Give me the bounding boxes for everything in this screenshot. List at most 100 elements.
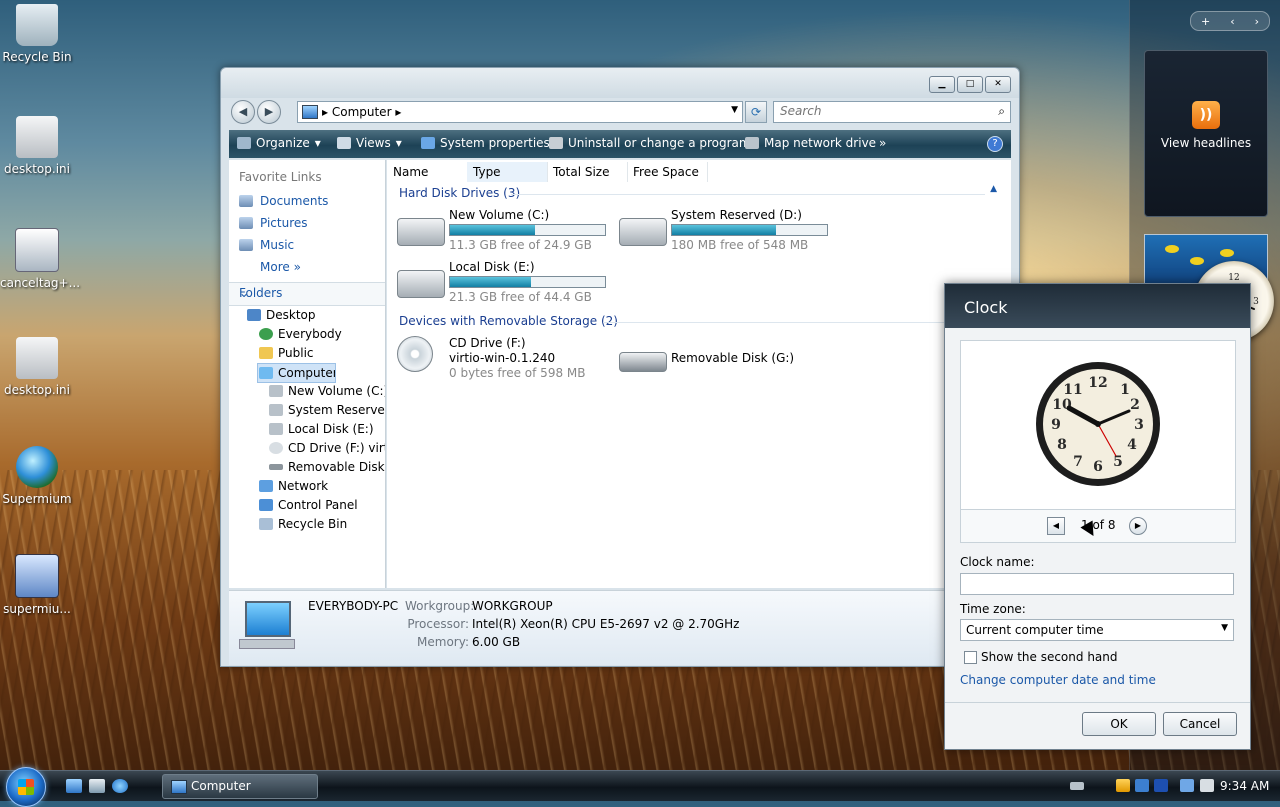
column-total-size[interactable]: Total Size [547, 162, 628, 182]
display-icon[interactable] [1180, 779, 1194, 792]
internet-explorer-icon[interactable] [112, 779, 128, 793]
favorite-link-documents[interactable]: Documents [239, 194, 328, 208]
folder-icon [259, 347, 273, 359]
tree-item-f-drive[interactable]: CD Drive (F:) virtic [269, 441, 385, 455]
system-properties-button[interactable]: System properties [421, 136, 550, 150]
refresh-button[interactable]: ⟳ [745, 101, 767, 123]
recycle-bin-icon [16, 4, 58, 46]
address-bar[interactable]: ▸ Computer ▸ ▼ [297, 101, 743, 123]
switch-windows-icon[interactable] [89, 779, 105, 793]
drive-f[interactable]: CD Drive (F:) virtio-win-0.1.240 0 bytes… [397, 336, 617, 384]
second-hand-label[interactable]: Show the second hand [981, 650, 1118, 664]
dialog-title-bar[interactable]: Clock [945, 284, 1250, 328]
drive-c[interactable]: New Volume (C:) 11.3 GB free of 24.9 GB [397, 208, 617, 256]
tree-item-control-panel[interactable]: Control Panel [259, 498, 358, 512]
next-page-button[interactable]: › [1255, 15, 1259, 28]
fish-image [1165, 245, 1179, 253]
pictures-icon [239, 217, 253, 229]
desktop-icon-label: Supermium [2, 492, 72, 506]
drive-d[interactable]: System Reserved (D:) 180 MB free of 548 … [619, 208, 839, 256]
desktop-icon-supermium-installer[interactable]: supermiu... [0, 554, 74, 616]
organize-button[interactable]: Organize ▾ [237, 136, 321, 150]
show-desktop-icon[interactable] [66, 779, 82, 793]
svg-text:4: 4 [1127, 437, 1137, 453]
tree-item-desktop[interactable]: Desktop [247, 308, 316, 322]
breadcrumb[interactable]: ▸ Computer ▸ [322, 105, 401, 119]
tree-item-everybody[interactable]: Everybody [259, 327, 342, 341]
more-commands-button[interactable]: » [879, 136, 886, 150]
favorite-link-more[interactable]: More » [260, 260, 301, 274]
clock-preview: 12 1 2 345 678 9 10 11 [960, 340, 1236, 510]
close-button[interactable]: ✕ [985, 76, 1011, 93]
change-date-time-link[interactable]: Change computer date and time [960, 673, 1156, 687]
group-removable-storage[interactable]: Devices with Removable Storage (2) [399, 314, 618, 328]
start-button[interactable] [6, 767, 46, 807]
search-input[interactable] [774, 102, 986, 120]
address-dropdown-icon[interactable]: ▼ [731, 105, 738, 115]
maximize-button[interactable]: □ [957, 76, 983, 93]
workgroup-label: Workgroup: [405, 599, 475, 613]
second-hand-checkbox[interactable] [964, 651, 977, 664]
next-clock-button[interactable]: ▶ [1129, 517, 1147, 535]
previous-clock-button[interactable]: ◀ [1047, 517, 1065, 535]
tree-item-network[interactable]: Network [259, 479, 328, 493]
add-gadget-button[interactable]: + [1201, 15, 1210, 28]
back-button[interactable]: ◀ [231, 100, 255, 124]
minimize-button[interactable]: ▁ [929, 76, 955, 93]
column-free-space[interactable]: Free Space [627, 162, 708, 182]
previous-page-button[interactable]: ‹ [1230, 15, 1234, 28]
tree-item-e-drive[interactable]: Local Disk (E:) [269, 422, 385, 436]
desktop-icon-recycle-bin[interactable]: Recycle Bin [0, 4, 74, 64]
tree-item-public[interactable]: Public [259, 346, 314, 360]
column-name[interactable]: Name [387, 162, 468, 182]
drive-g[interactable]: Removable Disk (G:) [619, 336, 839, 384]
desktop-icon-desktop-ini-1[interactable]: desktop.ini [0, 116, 74, 176]
tree-item-c-drive[interactable]: New Volume (C:) [269, 384, 385, 398]
views-button[interactable]: Views ▾ [337, 136, 402, 150]
tree-item-computer[interactable]: Computer [257, 363, 336, 383]
desktop-icon-desktop-ini-2[interactable]: desktop.ini [0, 337, 74, 397]
notification-icon[interactable] [1154, 779, 1168, 792]
keyboard-icon[interactable] [1070, 782, 1084, 790]
volume-muted-icon[interactable] [1200, 779, 1214, 792]
collapse-group-icon[interactable]: ▲ [990, 184, 997, 194]
folders-header[interactable]: Folders ⌄ [229, 282, 385, 306]
help-icon[interactable]: ? [987, 136, 1003, 152]
time-zone-select[interactable]: Current computer time ▼ [960, 619, 1234, 641]
tree-item-g-drive[interactable]: Removable Disk (( [269, 460, 385, 474]
group-divider [603, 322, 1003, 323]
desktop-icon-canceltag[interactable]: canceltag+... [0, 228, 80, 290]
installer-icon [15, 554, 59, 598]
title-bar[interactable]: ▁ □ ✕ [221, 68, 1019, 98]
clock-name-field[interactable] [960, 573, 1234, 595]
taskbar-item-computer[interactable]: Computer [162, 774, 318, 799]
desktop-icon-supermium[interactable]: Supermium [0, 446, 74, 506]
drive-free-space: 21.3 GB free of 44.4 GB [449, 290, 592, 304]
uninstall-program-button[interactable]: Uninstall or change a program [549, 136, 751, 150]
network-icon[interactable] [1135, 779, 1149, 792]
tree-item-recycle-bin[interactable]: Recycle Bin [259, 517, 347, 531]
search-box[interactable]: ⌕ [773, 101, 1011, 123]
removable-disk-icon [269, 464, 283, 470]
cancel-button[interactable]: Cancel [1163, 712, 1237, 736]
drive-e[interactable]: Local Disk (E:) 21.3 GB free of 44.4 GB [397, 260, 617, 308]
clock-name-input[interactable] [961, 574, 1233, 592]
favorite-links-title: Favorite Links [239, 170, 322, 184]
taskbar-clock[interactable]: 9:34 AM [1220, 779, 1269, 793]
map-network-drive-button[interactable]: Map network drive [745, 136, 876, 150]
forward-button[interactable]: ▶ [257, 100, 281, 124]
group-hard-disk-drives[interactable]: Hard Disk Drives (3) [399, 186, 520, 200]
search-icon[interactable]: ⌕ [998, 104, 1005, 119]
favorite-link-music[interactable]: Music [239, 238, 294, 252]
browser-icon [16, 446, 58, 488]
uninstall-icon [549, 137, 563, 149]
explorer-window: ▁ □ ✕ ◀ ▶ ▸ Computer ▸ ▼ ⟳ ⌕ Organize ▾ … [220, 67, 1020, 667]
column-type[interactable]: Type [467, 162, 548, 182]
shield-icon[interactable] [1116, 779, 1130, 792]
feed-headlines-gadget[interactable]: )) View headlines [1144, 50, 1268, 217]
favorite-link-pictures[interactable]: Pictures [239, 216, 308, 230]
clock-pager: ◀ 1 of 8 ▶ [960, 509, 1236, 543]
ok-button[interactable]: OK [1082, 712, 1156, 736]
tree-item-d-drive[interactable]: System Reserved ( [269, 403, 385, 417]
computer-icon [259, 367, 273, 379]
